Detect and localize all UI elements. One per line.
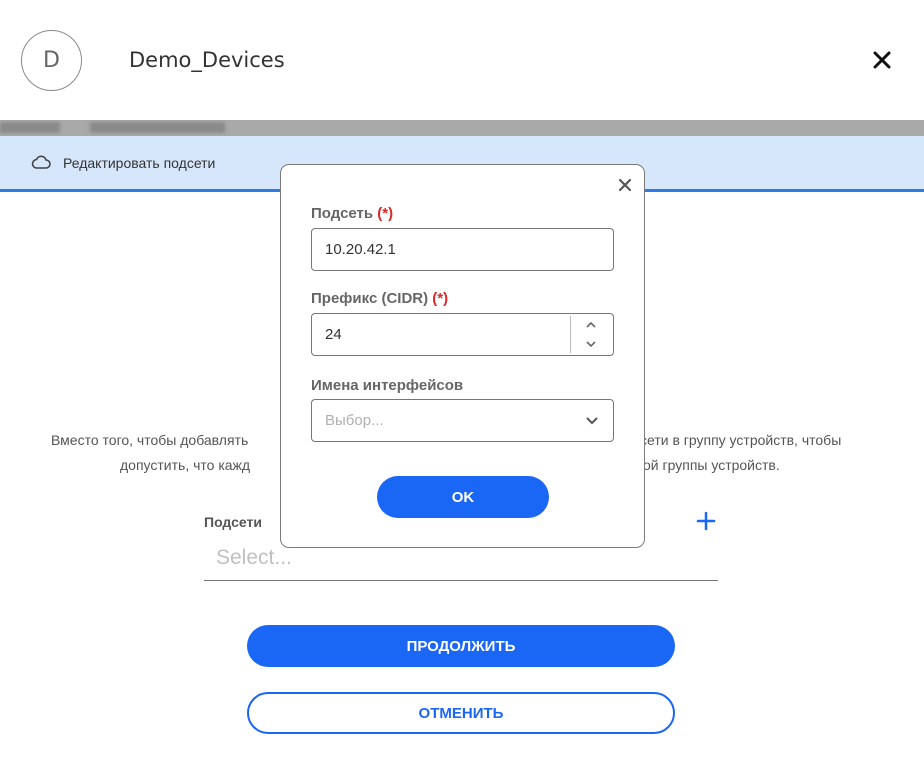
- chevron-down-icon[interactable]: [584, 414, 600, 426]
- background-strip: [0, 120, 924, 136]
- subnet-dialog: Подсеть (*) 10.20.42.1 Префикс (CIDR) (*…: [280, 164, 645, 548]
- interfaces-label: Имена интерфейсов: [311, 377, 464, 394]
- subnets-select-placeholder: Select...: [216, 546, 292, 569]
- ok-button[interactable]: OK: [377, 476, 549, 518]
- subnet-field-value: 10.20.42.1: [325, 241, 396, 258]
- avatar: D: [21, 30, 82, 91]
- prefix-field-value: 24: [325, 326, 342, 343]
- subnets-label: Подсети: [204, 514, 262, 530]
- stepper-divider: [570, 316, 571, 353]
- description-text-2a: допустить, что кажд: [120, 457, 251, 473]
- prefix-stepper[interactable]: 24: [311, 313, 614, 356]
- description-text-2b: ой группы устройств.: [643, 457, 780, 473]
- page-title: Demo_Devices: [129, 48, 285, 72]
- cloud-icon: [31, 155, 51, 169]
- subnet-label: Подсеть (*): [311, 205, 393, 222]
- stepper-down-icon[interactable]: [584, 338, 598, 350]
- cancel-button[interactable]: ОТМЕНИТЬ: [247, 692, 675, 734]
- subnet-label-text: Подсеть: [311, 205, 374, 222]
- description-text-1b: сети в группу устройств, чтобы: [640, 432, 842, 448]
- prefix-label: Префикс (CIDR) (*): [311, 290, 448, 307]
- interfaces-select[interactable]: Выбор...: [311, 399, 614, 442]
- close-icon[interactable]: [870, 48, 894, 72]
- description-text-1a: Вместо того, чтобы добавлять: [51, 432, 249, 448]
- dialog-close-icon[interactable]: [615, 175, 635, 195]
- toolbar-label[interactable]: Редактировать подсети: [63, 155, 215, 171]
- subnet-field[interactable]: 10.20.42.1: [311, 228, 614, 271]
- required-marker: (*): [432, 290, 449, 307]
- stepper-up-icon[interactable]: [584, 319, 598, 331]
- prefix-label-text: Префикс (CIDR): [311, 290, 429, 307]
- required-marker: (*): [377, 205, 394, 222]
- interfaces-select-placeholder: Выбор...: [325, 412, 384, 429]
- add-subnet-icon[interactable]: [695, 510, 717, 532]
- avatar-letter: D: [43, 48, 60, 73]
- continue-button[interactable]: ПРОДОЛЖИТЬ: [247, 625, 675, 667]
